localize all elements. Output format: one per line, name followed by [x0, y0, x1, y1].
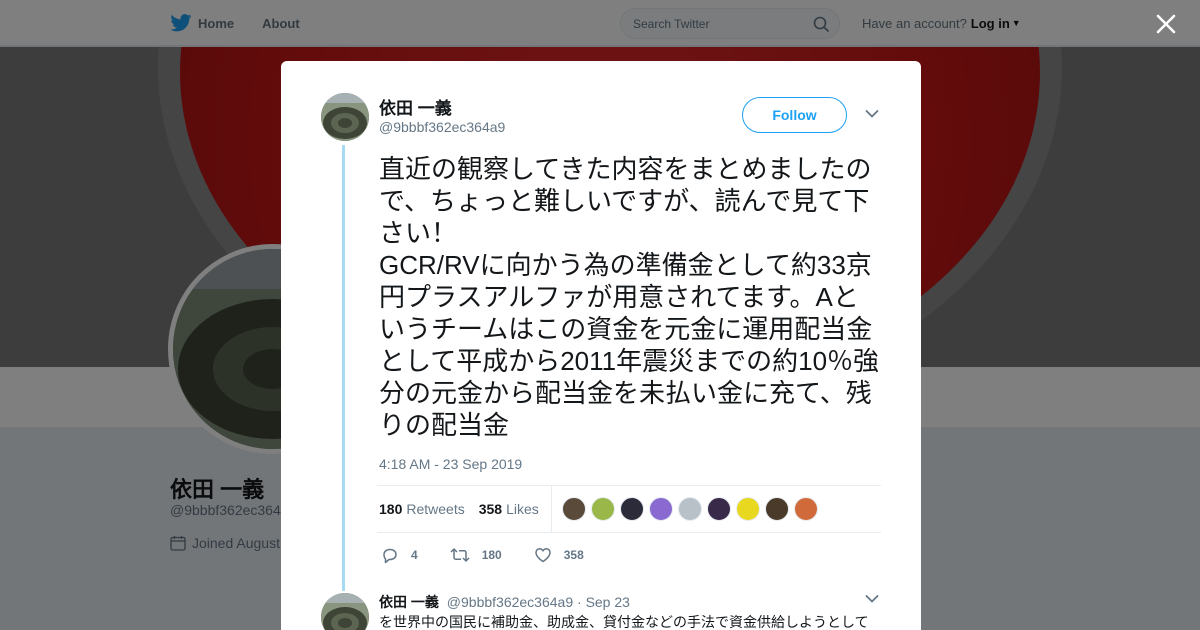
reply-chevron-down-icon[interactable]	[865, 594, 879, 604]
reply-author-name[interactable]: 依田 一義	[379, 594, 439, 610]
like-action[interactable]: 358	[534, 546, 584, 564]
likes-label: Likes	[506, 501, 539, 517]
tweet-author-handle[interactable]: @9bbbf362ec364a9	[379, 119, 505, 135]
tweet-author-avatar-image	[321, 93, 369, 141]
retweet-count: 180	[481, 548, 502, 562]
liker-avatar[interactable]	[619, 497, 644, 521]
likes-count: 358	[478, 501, 503, 517]
liker-avatars	[561, 497, 823, 521]
liker-avatar[interactable]	[764, 497, 789, 521]
follow-button[interactable]: Follow	[742, 97, 847, 133]
retweets-stat[interactable]: 180 Retweets	[379, 501, 465, 517]
likes-stat[interactable]: 358 Likes	[479, 501, 539, 517]
tweet-actions: 4 180 358	[381, 545, 616, 565]
tweet-timestamp[interactable]: 4:18 AM - 23 Sep 2019	[379, 456, 522, 472]
stats-divider	[550, 485, 552, 533]
reply-count: 4	[411, 548, 418, 562]
reply-date[interactable]: Sep 23	[586, 594, 630, 610]
thread-line	[342, 145, 345, 591]
close-icon[interactable]	[1154, 12, 1178, 36]
retweet-action[interactable]: 180	[450, 546, 502, 564]
reply-icon	[383, 548, 397, 564]
reply-text: を世界中の国民に補助金、助成金、貸付金などの手法で資金供給しようとして	[379, 614, 869, 630]
retweets-label: Retweets	[406, 501, 465, 517]
liker-avatar[interactable]	[706, 497, 731, 521]
liker-avatar[interactable]	[590, 497, 615, 521]
liker-avatar[interactable]	[677, 497, 702, 521]
liker-avatar[interactable]	[648, 497, 673, 521]
retweet-icon	[450, 548, 470, 562]
reply-header: 依田 一義 @9bbbf362ec364a9 · Sep 23	[379, 592, 630, 612]
liker-avatar[interactable]	[735, 497, 760, 521]
tweet-modal: 依田 一義 @9bbbf362ec364a9 Follow 直近の観察してきた内…	[281, 61, 921, 630]
reply-author-avatar[interactable]	[321, 593, 369, 630]
tweet-text: 直近の観察してきた内容をまとめましたので、ちょっと難しいですが、読んで見て下さい…	[379, 154, 880, 440]
reply-author-handle[interactable]: @9bbbf362ec364a9	[447, 594, 573, 610]
tweet-stats: 180 Retweets 358 Likes	[377, 485, 881, 533]
heart-icon	[534, 548, 551, 563]
retweets-count: 180	[379, 501, 403, 517]
tweet-author-name[interactable]: 依田 一義	[379, 94, 452, 119]
reply-separator: ·	[577, 594, 582, 610]
reply-action[interactable]: 4	[381, 546, 418, 564]
reply-author-avatar-image	[321, 593, 369, 630]
liker-avatar[interactable]	[793, 497, 818, 521]
tweet-author-avatar[interactable]	[321, 93, 369, 141]
liker-avatar[interactable]	[561, 497, 586, 521]
chevron-down-icon[interactable]	[865, 109, 879, 119]
like-count: 358	[563, 548, 584, 562]
